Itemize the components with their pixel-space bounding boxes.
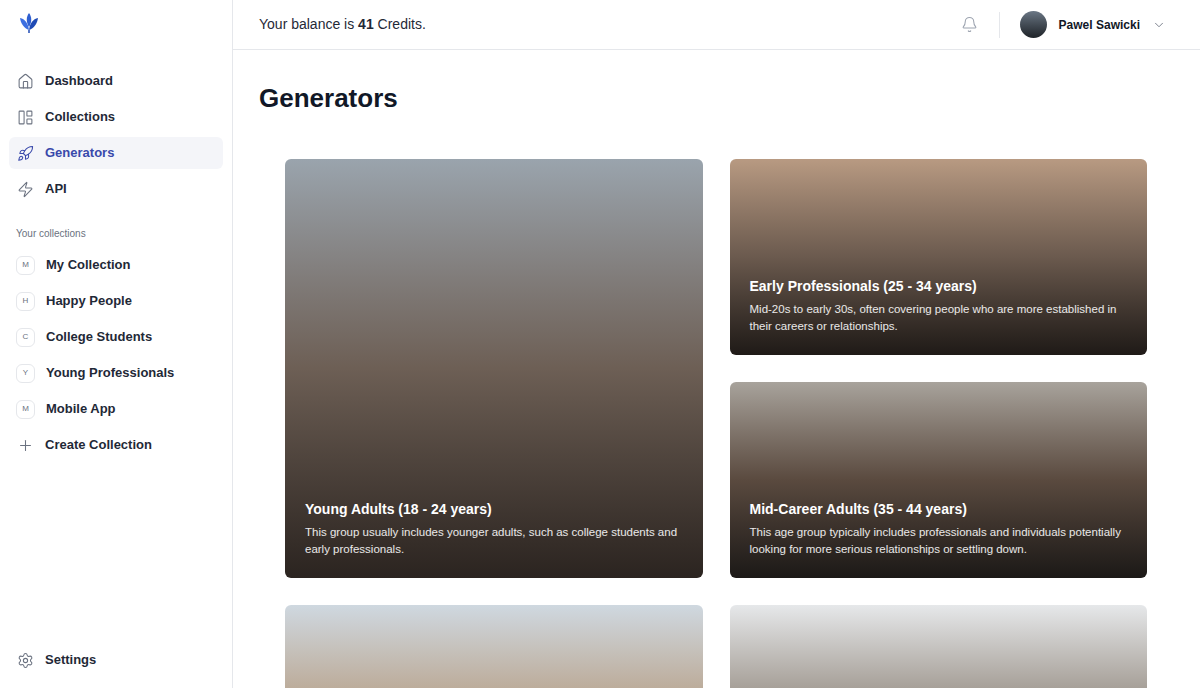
generator-card[interactable]	[285, 605, 703, 688]
card-title: Mid-Career Adults (35 - 44 years)	[750, 499, 1128, 520]
collections-heading: Your collections	[0, 226, 232, 241]
chevron-down-icon	[1152, 18, 1166, 32]
collection-initial: Y	[16, 364, 35, 383]
bolt-icon	[17, 181, 34, 198]
gear-icon	[17, 652, 34, 669]
generator-card[interactable]: Young Adults (18 - 24 years) This group u…	[285, 159, 703, 578]
collection-initial: M	[16, 256, 35, 275]
plus-icon	[17, 437, 34, 454]
card-description: This group usually includes younger adul…	[305, 524, 683, 558]
collection-item[interactable]: CCollege Students	[9, 321, 223, 353]
logo-icon[interactable]	[19, 12, 39, 34]
page-title: Generators	[259, 50, 1200, 114]
collection-initial: M	[16, 400, 35, 419]
main-content: Generators Young Adults (18 - 24 years) Th…	[233, 50, 1200, 688]
generator-card[interactable]: Mid-Career Adults (35 - 44 years) This ag…	[730, 382, 1148, 578]
rocket-icon	[17, 145, 34, 162]
collections-icon	[17, 109, 34, 126]
settings-item[interactable]: Settings	[9, 644, 223, 676]
collection-initial: C	[16, 328, 35, 347]
sidebar-nav: Dashboard Collections Generators API	[0, 65, 232, 205]
user-menu[interactable]: Pawel Sawicki	[1020, 11, 1166, 38]
app: Dashboard Collections Generators API Your co…	[0, 0, 1200, 688]
collection-initial: H	[16, 292, 35, 311]
home-icon	[17, 73, 34, 90]
user-avatar	[1020, 11, 1047, 38]
collection-item[interactable]: MMobile App	[9, 393, 223, 425]
sidebar: Dashboard Collections Generators API Your co…	[0, 0, 233, 688]
sidebar-item[interactable]: Collections	[9, 101, 223, 133]
sidebar-item[interactable]: API	[9, 173, 223, 205]
sidebar-item[interactable]: Dashboard	[9, 65, 223, 97]
card-title: Young Adults (18 - 24 years)	[305, 499, 683, 520]
bell-icon[interactable]	[961, 16, 978, 33]
divider	[999, 12, 1000, 38]
generator-card[interactable]	[730, 605, 1148, 688]
create-collection-button[interactable]: Create Collection	[9, 429, 223, 461]
top-bar: Your balance is 41 Credits. Pawel Sawicki	[233, 0, 1200, 50]
collection-item[interactable]: MMy Collection	[9, 249, 223, 281]
generator-grid: Young Adults (18 - 24 years) This group u…	[285, 159, 1147, 688]
sidebar-item[interactable]: Generators	[9, 137, 223, 169]
balance-text: Your balance is 41 Credits.	[259, 14, 426, 35]
card-description: Mid-20s to early 30s, often covering peo…	[750, 301, 1128, 335]
collection-item[interactable]: YYoung Professionals	[9, 357, 223, 389]
collection-item[interactable]: HHappy People	[9, 285, 223, 317]
generator-card[interactable]: Early Professionals (25 - 34 years) Mid-2…	[730, 159, 1148, 355]
card-title: Early Professionals (25 - 34 years)	[750, 276, 1128, 297]
card-description: This age group typically includes profes…	[750, 524, 1128, 558]
